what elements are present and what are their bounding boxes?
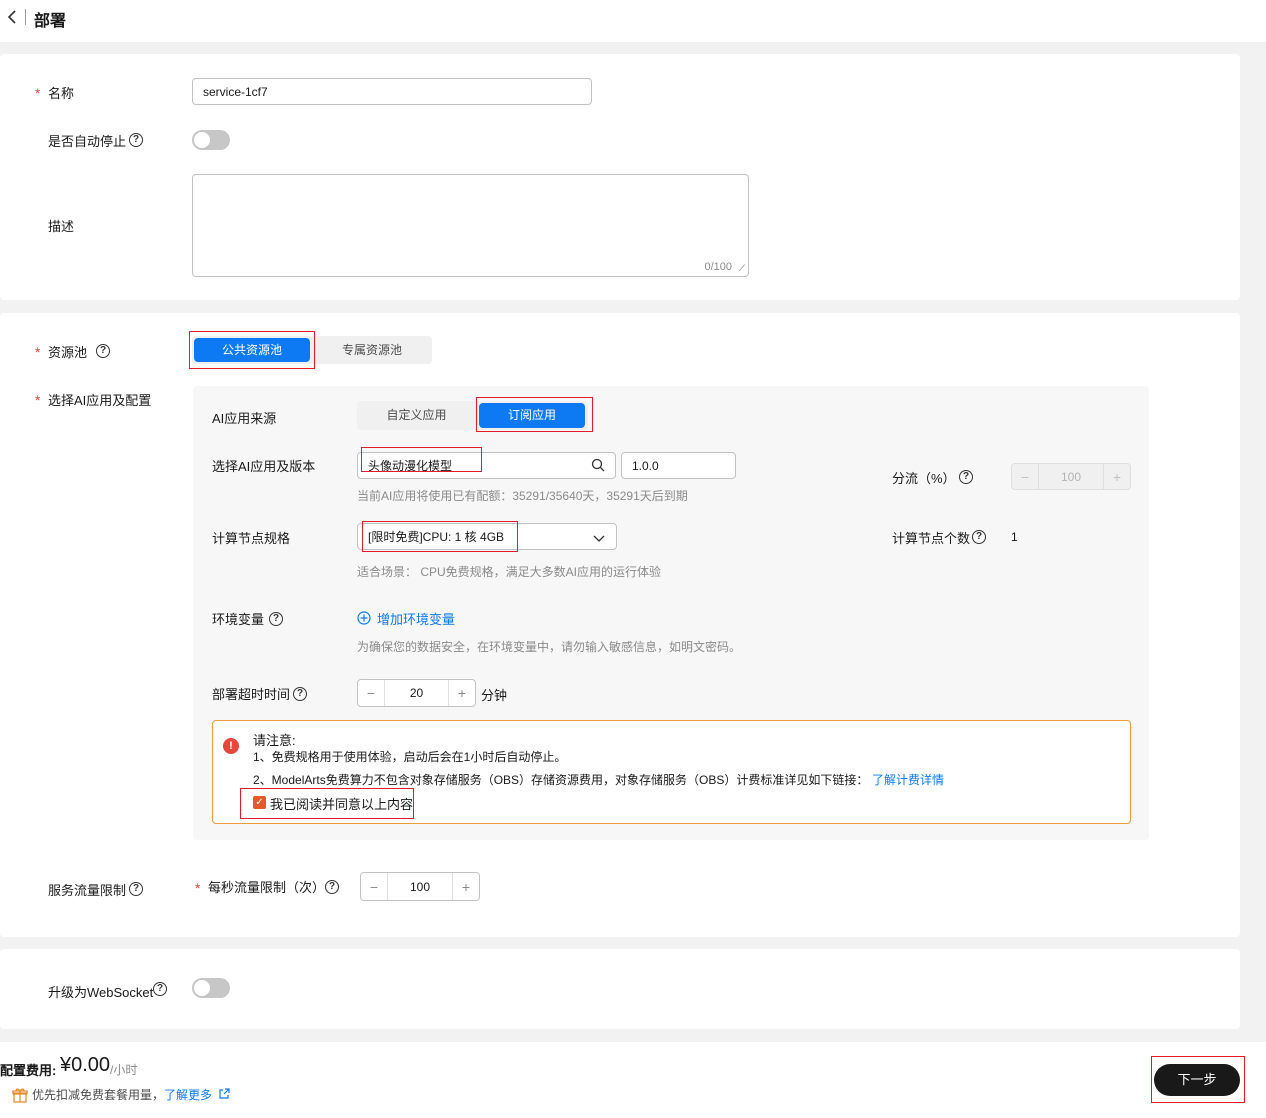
split-label: 分流（%） <box>892 471 956 486</box>
plus-icon[interactable]: + <box>1104 464 1130 489</box>
qps-label: 每秒流量限制（次） <box>208 880 326 895</box>
public-pool-button[interactable]: 公共资源池 <box>194 338 310 362</box>
promo-text: 优先扣减免费套餐用量， <box>32 1088 165 1102</box>
notice-title: 请注意: <box>253 733 296 748</box>
external-link-icon[interactable] <box>218 1088 230 1103</box>
minus-icon[interactable]: − <box>361 873 387 900</box>
minus-icon[interactable]: − <box>358 680 384 706</box>
alert-icon: ! <box>223 738 239 754</box>
custom-app-button[interactable]: 自定义应用 <box>359 403 474 428</box>
app-source-label: AI应用来源 <box>212 411 277 426</box>
help-icon[interactable]: ? <box>959 470 973 484</box>
cost-unit: /小时 <box>110 1063 138 1077</box>
required-mark: * <box>35 85 41 101</box>
chevron-down-icon[interactable] <box>593 531 605 546</box>
agree-label[interactable]: 我已阅读并同意以上内容 <box>270 794 413 813</box>
chevron-left-icon[interactable] <box>7 10 19 26</box>
help-icon[interactable]: ? <box>325 880 339 894</box>
plus-circle-icon[interactable] <box>357 611 371 628</box>
version-select[interactable]: 1.0.0 <box>621 452 736 479</box>
dedicated-pool-button[interactable]: 专属资源池 <box>314 338 430 362</box>
spec-hint: 适合场景： CPU免费规格，满足大多数AI应用的运行体验 <box>357 565 662 579</box>
plus-icon[interactable]: + <box>453 873 479 900</box>
split-stepper[interactable]: − 100 + <box>1011 463 1131 490</box>
notice-line-2: 2、ModelArts免费算力不包含对象存储服务（OBS）存储资源费用，对象存储… <box>253 773 869 787</box>
timeout-unit: 分钟 <box>481 688 508 703</box>
app-config-label: 选择AI应用及配置 <box>48 393 152 408</box>
qps-stepper[interactable]: − 100 + <box>360 872 480 901</box>
minus-icon[interactable]: − <box>1012 464 1038 489</box>
websocket-toggle[interactable] <box>192 978 230 998</box>
name-label: 名称 <box>48 86 75 101</box>
spec-value: [限时免费]CPU: 1 核 4GB <box>368 530 505 544</box>
help-icon[interactable]: ? <box>972 530 986 544</box>
node-count-value: 1 <box>1011 530 1018 544</box>
cost-label: 配置费用: <box>0 1063 57 1078</box>
resize-handle-icon[interactable]: ⟋ <box>739 263 745 274</box>
cost-value: ¥0.00 <box>60 1054 111 1076</box>
env-label: 环境变量 <box>212 612 265 627</box>
help-icon[interactable]: ? <box>129 882 143 896</box>
description-textarea[interactable]: 0/100 ⟋ <box>192 174 749 277</box>
add-env-link[interactable]: 增加环境变量 <box>377 609 455 628</box>
help-icon[interactable]: ? <box>153 982 167 996</box>
page-header: 部署 <box>0 0 1266 42</box>
spec-label: 计算节点规格 <box>212 531 291 546</box>
app-name-value: 头像动漫化模型 <box>368 459 453 473</box>
help-icon[interactable]: ? <box>269 612 283 626</box>
learn-more-link[interactable]: 了解更多 <box>164 1086 212 1103</box>
footer-bar <box>0 1042 1266 1118</box>
websocket-card <box>0 949 1240 1029</box>
search-icon[interactable] <box>591 458 605 475</box>
char-counter: 0/100 <box>704 261 732 273</box>
agree-checkbox[interactable]: ✓ <box>253 796 266 809</box>
resource-pool-label: 资源池 <box>48 345 88 360</box>
timeout-value[interactable]: 20 <box>384 680 449 706</box>
env-hint: 为确保您的数据安全，在环境变量中，请勿输入敏感信息，如明文密码。 <box>357 640 742 654</box>
page-title: 部署 <box>34 13 67 30</box>
subscribed-app-button[interactable]: 订阅应用 <box>479 403 585 428</box>
help-icon[interactable]: ? <box>96 344 110 358</box>
split-value[interactable]: 100 <box>1038 464 1104 489</box>
app-version-label: 选择AI应用及版本 <box>212 459 316 474</box>
quota-hint: 当前AI应用将使用已有配额：35291/35640天，35291天后到期 <box>357 489 688 503</box>
description-label: 描述 <box>48 219 75 234</box>
required-mark: * <box>35 344 41 360</box>
qps-value[interactable]: 100 <box>387 873 453 900</box>
timeout-label: 部署超时时间 <box>212 687 291 702</box>
required-mark: * <box>195 880 201 896</box>
gift-icon <box>12 1087 28 1106</box>
websocket-label: 升级为WebSocket <box>48 985 154 1000</box>
help-icon[interactable]: ? <box>129 133 143 147</box>
plus-icon[interactable]: + <box>449 680 475 706</box>
node-count-label: 计算节点个数 <box>892 531 971 546</box>
app-search-input[interactable]: 头像动漫化模型 <box>357 452 616 479</box>
name-input[interactable]: service-1cf7 <box>192 78 592 105</box>
auto-stop-toggle[interactable] <box>192 130 230 150</box>
timeout-stepper[interactable]: − 20 + <box>357 679 476 707</box>
auto-stop-label: 是否自动停止 <box>48 134 127 149</box>
next-step-button[interactable]: 下一步 <box>1154 1064 1240 1096</box>
notice-line-1: 1、免费规格用于使用体验，启动后会在1小时后自动停止。 <box>253 750 567 764</box>
required-mark: * <box>35 392 41 408</box>
help-icon[interactable]: ? <box>293 687 307 701</box>
billing-details-link[interactable]: 了解计费详情 <box>872 771 944 788</box>
spec-select[interactable]: [限时免费]CPU: 1 核 4GB <box>357 523 617 550</box>
traffic-limit-label: 服务流量限制 <box>48 883 127 898</box>
divider <box>25 9 26 25</box>
